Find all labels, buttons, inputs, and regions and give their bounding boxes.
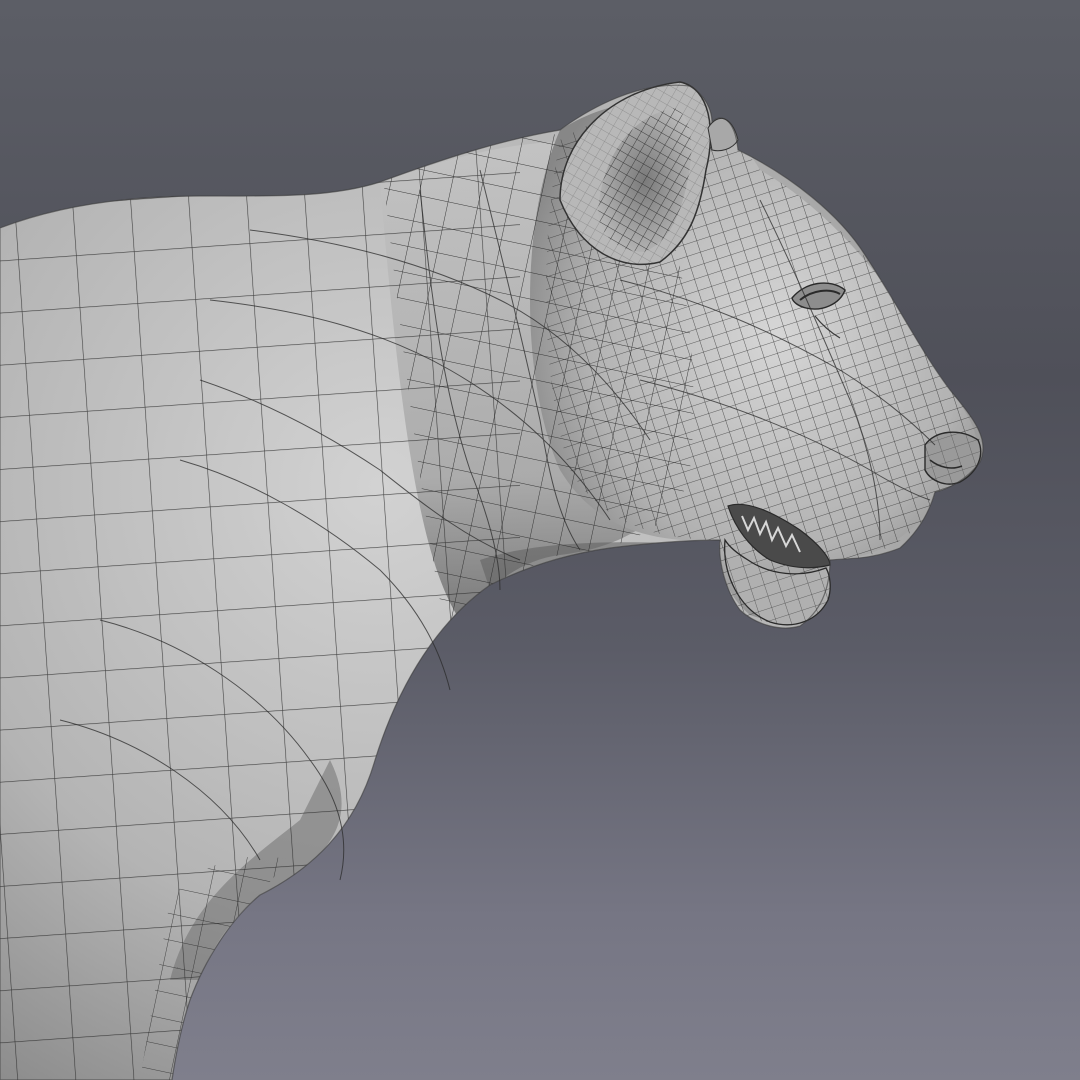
nose: [924, 431, 982, 485]
lioness-wireframe-icon: [0, 81, 984, 1080]
3d-viewport[interactable]: [0, 0, 1080, 1080]
